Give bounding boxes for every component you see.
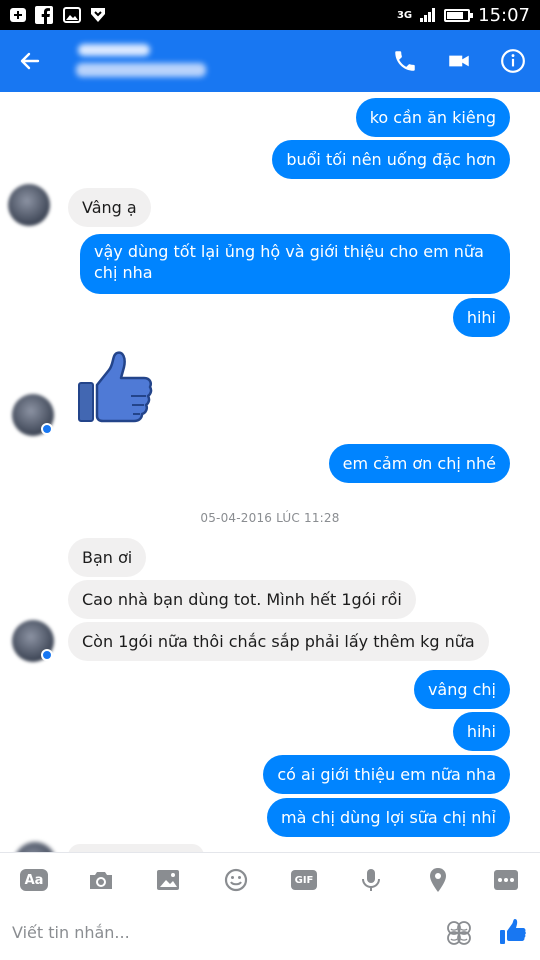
location-icon[interactable] bbox=[424, 867, 452, 893]
facebook-icon bbox=[35, 6, 53, 24]
message-bubble-incoming[interactable]: Còn 1gói nữa thôi chắc sắp phải lấy thêm… bbox=[68, 622, 489, 661]
phone-icon[interactable] bbox=[392, 48, 418, 74]
conversation-header bbox=[0, 30, 540, 92]
stickers-icon[interactable] bbox=[446, 920, 472, 946]
messenger-badge-icon bbox=[41, 423, 53, 435]
message-bubble-outgoing[interactable]: vâng chị bbox=[413, 670, 510, 709]
emoji-icon[interactable] bbox=[222, 867, 250, 893]
message-bubble-incoming[interactable]: Vâng ạ bbox=[68, 188, 151, 227]
message-list[interactable]: ko cần ăn kiêng buổi tối nên uống đặc hơ… bbox=[0, 92, 540, 852]
network-indicator: 3G bbox=[396, 9, 413, 21]
contact-status bbox=[76, 63, 206, 77]
signal-icon bbox=[420, 8, 436, 22]
add-box-icon bbox=[10, 8, 26, 22]
message-bubble-outgoing[interactable]: mà chị dùng lợi sữa chị nhỉ bbox=[267, 798, 510, 837]
camera-icon[interactable] bbox=[87, 867, 115, 893]
message-bubble-outgoing[interactable]: có ai giới thiệu em nữa nha bbox=[263, 755, 510, 794]
download-icon bbox=[91, 8, 105, 22]
message-bubble-incoming[interactable] bbox=[68, 844, 204, 852]
microphone-icon[interactable] bbox=[357, 867, 385, 893]
gif-icon[interactable]: GIF bbox=[290, 867, 318, 893]
like-icon[interactable] bbox=[498, 918, 526, 946]
arrow-left-icon[interactable] bbox=[18, 49, 42, 73]
message-text-line: vậy dùng tốt lại ủng hộ và giới thiệu ch… bbox=[94, 242, 484, 261]
message-bubble-incoming[interactable]: Bạn ơi bbox=[68, 538, 147, 577]
avatar[interactable] bbox=[14, 842, 56, 852]
message-text-line: chị nha bbox=[94, 263, 153, 282]
message-input[interactable] bbox=[12, 918, 412, 946]
message-bubble-outgoing[interactable]: vậy dùng tốt lại ủng hộ và giới thiệu ch… bbox=[80, 234, 510, 294]
info-icon[interactable] bbox=[500, 48, 526, 74]
more-icon[interactable] bbox=[492, 867, 520, 893]
timestamp-divider: 05-04-2016 LÚC 11:28 bbox=[200, 511, 340, 525]
message-bubble-outgoing[interactable]: em cảm ơn chị nhé bbox=[328, 444, 510, 483]
image-icon bbox=[63, 7, 81, 23]
composer-toolbar: Aa GIF bbox=[0, 852, 540, 904]
message-bubble-incoming[interactable]: Cao nhà bạn dùng tot. Mình hết 1gói rồi bbox=[68, 580, 416, 619]
avatar[interactable] bbox=[8, 184, 50, 226]
composer-input-bar bbox=[0, 904, 540, 960]
clock: 15:07 bbox=[478, 4, 530, 26]
like-sticker-icon[interactable] bbox=[76, 350, 154, 426]
message-bubble-outgoing[interactable]: buổi tối nên uống đặc hơn bbox=[272, 140, 510, 179]
text-style-icon[interactable]: Aa bbox=[20, 867, 48, 893]
message-bubble-outgoing[interactable]: hihi bbox=[452, 712, 510, 751]
contact-name[interactable] bbox=[78, 44, 150, 56]
message-bubble-outgoing[interactable]: hihi bbox=[452, 298, 510, 337]
video-camera-icon[interactable] bbox=[446, 48, 472, 74]
message-bubble-outgoing[interactable]: ko cần ăn kiêng bbox=[355, 98, 510, 137]
gif-label: GIF bbox=[291, 870, 317, 890]
battery-icon bbox=[444, 8, 474, 22]
text-style-label: Aa bbox=[20, 869, 48, 891]
gallery-icon[interactable] bbox=[154, 867, 182, 893]
status-bar: 3G 15:07 bbox=[0, 0, 540, 30]
messenger-badge-icon bbox=[41, 649, 53, 661]
